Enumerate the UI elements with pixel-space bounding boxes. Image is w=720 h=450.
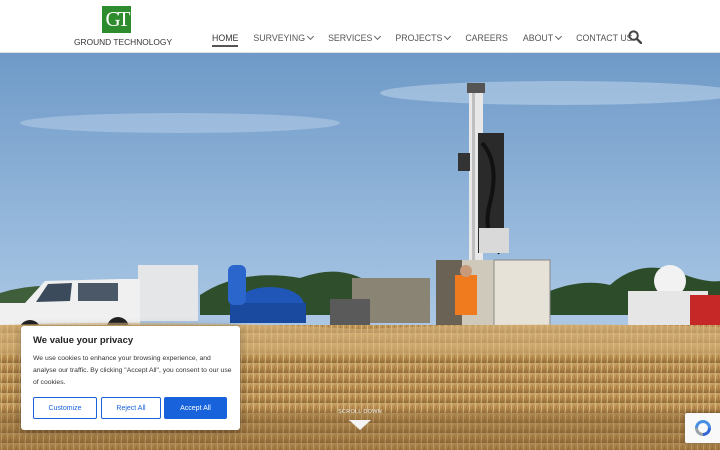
nav-item-about[interactable]: ABOUT [522, 32, 563, 43]
nav-label: SURVEYING [253, 33, 306, 43]
chevron-down-icon [349, 420, 371, 430]
main-nav: HOME SURVEYING SERVICES PROJECTS CAREERS… [212, 32, 648, 47]
nav-item-projects[interactable]: PROJECTS [395, 32, 452, 43]
nav-label: PROJECTS [395, 33, 443, 43]
nav-item-surveying[interactable]: SURVEYING [253, 32, 315, 43]
scroll-down[interactable]: SCROLL DOWN [330, 409, 390, 436]
nav-label: SERVICES [328, 33, 373, 43]
logo-text: GROUND TECHNOLOGY [74, 37, 173, 47]
cookie-title: We value your privacy [33, 335, 134, 346]
nav-label: ABOUT [522, 33, 554, 43]
nav-item-services[interactable]: SERVICES [328, 32, 382, 43]
cookie-body: We use cookies to enhance your browsing … [33, 355, 232, 386]
logo-mark: GT [102, 6, 131, 33]
nav-label: HOME [212, 33, 239, 43]
search-icon[interactable] [628, 30, 642, 44]
accept-all-button[interactable]: Accept All [164, 397, 227, 419]
nav-item-contact[interactable]: CONTACT US [576, 33, 632, 43]
recaptcha-icon [694, 420, 711, 436]
chevron-down-icon [444, 32, 452, 41]
scroll-down-label: SCROLL DOWN [337, 409, 383, 415]
chevron-down-icon [555, 32, 563, 41]
page: GT GROUND TECHNOLOGY HOME SURVEYING SERV… [0, 0, 720, 450]
nav-label: CAREERS [465, 33, 508, 43]
chevron-down-icon [307, 32, 315, 41]
cookie-consent-dialog: We value your privacy We use cookies to … [21, 326, 240, 430]
customize-button[interactable]: Customize [33, 397, 97, 419]
reject-all-button[interactable]: Reject All [101, 397, 161, 419]
site-logo[interactable]: GT GROUND TECHNOLOGY [74, 6, 173, 48]
chevron-down-icon [374, 32, 382, 41]
site-header: GT GROUND TECHNOLOGY HOME SURVEYING SERV… [0, 0, 720, 53]
nav-label: CONTACT US [576, 33, 633, 43]
nav-item-home[interactable]: HOME [212, 33, 239, 47]
nav-item-careers[interactable]: CAREERS [465, 33, 508, 43]
recaptcha-badge[interactable] [685, 413, 720, 443]
